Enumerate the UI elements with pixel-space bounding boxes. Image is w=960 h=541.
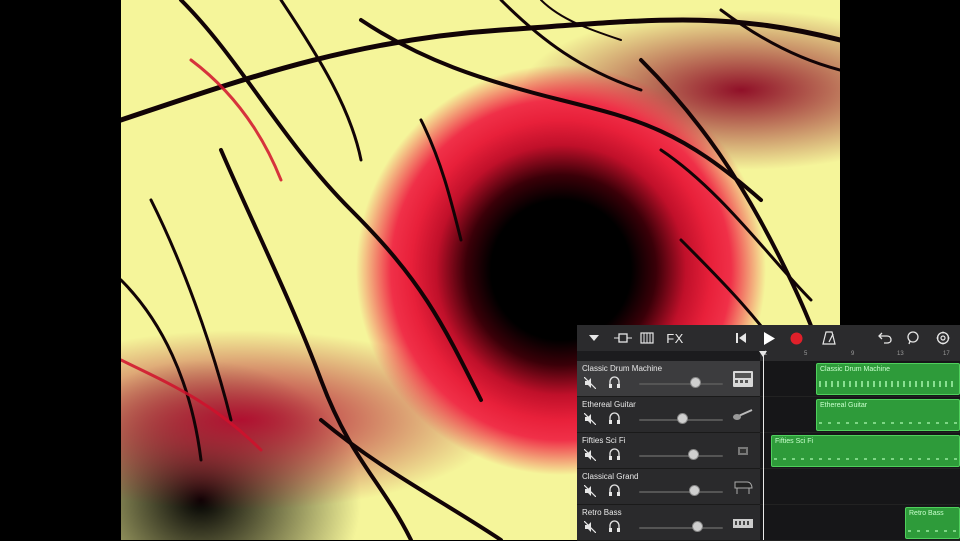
grand-piano-icon [734, 481, 753, 494]
volume-slider-track[interactable] [639, 455, 723, 457]
toolbar: FX [577, 325, 960, 352]
ruler-tick: 13 [897, 351, 904, 357]
fx-button[interactable]: FX [665, 328, 685, 348]
settings-gear-icon[interactable] [935, 328, 951, 348]
mute-icon[interactable] [584, 413, 596, 425]
track-name: Retro Bass [582, 508, 622, 517]
track-header-ethereal-guitar[interactable]: Ethereal Guitar [577, 397, 760, 433]
tracks-timeline[interactable]: Classic Drum Machine Ethereal Guitar Fif… [760, 361, 960, 541]
region-label: Ethereal Guitar [820, 402, 868, 409]
go-to-beginning-icon[interactable] [734, 328, 748, 348]
region-label: Fifties Sci Fi [775, 438, 814, 445]
track-headers: Classic Drum Machine Ethereal Guitar Fif… [577, 361, 760, 541]
region-notes [819, 381, 957, 387]
synth-icon [738, 447, 748, 455]
headphones-icon[interactable] [608, 412, 621, 425]
play-icon[interactable] [762, 328, 776, 348]
header-spacer [577, 351, 760, 361]
track-name: Ethereal Guitar [582, 400, 636, 409]
volume-slider-knob[interactable] [688, 449, 699, 460]
region-notes [908, 530, 957, 532]
volume-slider-knob[interactable] [689, 485, 700, 496]
metronome-icon[interactable] [821, 328, 837, 348]
track-header-classical-grand[interactable]: Classical Grand [577, 469, 760, 505]
volume-slider-knob[interactable] [690, 377, 701, 388]
headphones-icon[interactable] [608, 520, 621, 533]
region-retro-bass[interactable]: Retro Bass [905, 507, 960, 539]
keyboard-synth-icon [733, 519, 753, 528]
volume-slider-track[interactable] [639, 527, 723, 529]
region-label: Retro Bass [909, 510, 944, 517]
ruler-tick: 5 [804, 351, 808, 357]
volume-slider-track[interactable] [639, 491, 723, 493]
fx-label: FX [666, 330, 684, 346]
region-notes [819, 422, 957, 424]
region-classic-drum-machine[interactable]: Classic Drum Machine [816, 363, 960, 395]
track-name: Classic Drum Machine [582, 364, 663, 373]
mute-icon[interactable] [584, 377, 596, 389]
drum-machine-icon [733, 371, 753, 387]
track-name: Classical Grand [582, 472, 639, 481]
mute-icon[interactable] [584, 449, 596, 461]
daw-panel: FX 1 5 9 13 17 Classic Drum Machine Ethe… [577, 325, 960, 541]
record-button[interactable] [789, 328, 803, 348]
track-view-icon[interactable] [613, 328, 633, 348]
region-label: Classic Drum Machine [820, 366, 891, 373]
mute-icon[interactable] [584, 521, 596, 533]
tracks-menu-chevron-icon[interactable] [587, 328, 601, 348]
playhead-handle[interactable] [759, 351, 767, 357]
volume-slider-knob[interactable] [692, 521, 703, 532]
undo-icon[interactable] [877, 328, 893, 348]
lane-retro-bass: Retro Bass [760, 505, 960, 541]
lane-fifties-sci-fi: Fifties Sci Fi [760, 433, 960, 469]
region-notes [774, 458, 957, 460]
volume-slider-knob[interactable] [677, 413, 688, 424]
mute-icon[interactable] [584, 485, 596, 497]
region-fifties-sci-fi[interactable]: Fifties Sci Fi [771, 435, 960, 467]
track-header-fifties-sci-fi[interactable]: Fifties Sci Fi [577, 433, 760, 469]
ruler-tick: 9 [851, 351, 855, 357]
loop-browser-icon[interactable] [905, 328, 921, 348]
headphones-icon[interactable] [608, 376, 621, 389]
lane-classic-drum-machine: Classic Drum Machine [760, 361, 960, 397]
ruler-tick: 17 [943, 351, 950, 357]
track-header-classic-drum-machine[interactable]: Classic Drum Machine [577, 361, 760, 397]
guitar-icon [733, 409, 753, 420]
track-name: Fifties Sci Fi [582, 436, 626, 445]
volume-slider-track[interactable] [639, 383, 723, 385]
lane-ethereal-guitar: Ethereal Guitar [760, 397, 960, 433]
headphones-icon[interactable] [608, 484, 621, 497]
region-ethereal-guitar[interactable]: Ethereal Guitar [816, 399, 960, 431]
headphones-icon[interactable] [608, 448, 621, 461]
track-header-retro-bass[interactable]: Retro Bass [577, 505, 760, 541]
lane-classical-grand [760, 469, 960, 505]
mixer-icon[interactable] [639, 328, 655, 348]
playhead[interactable] [763, 351, 764, 540]
